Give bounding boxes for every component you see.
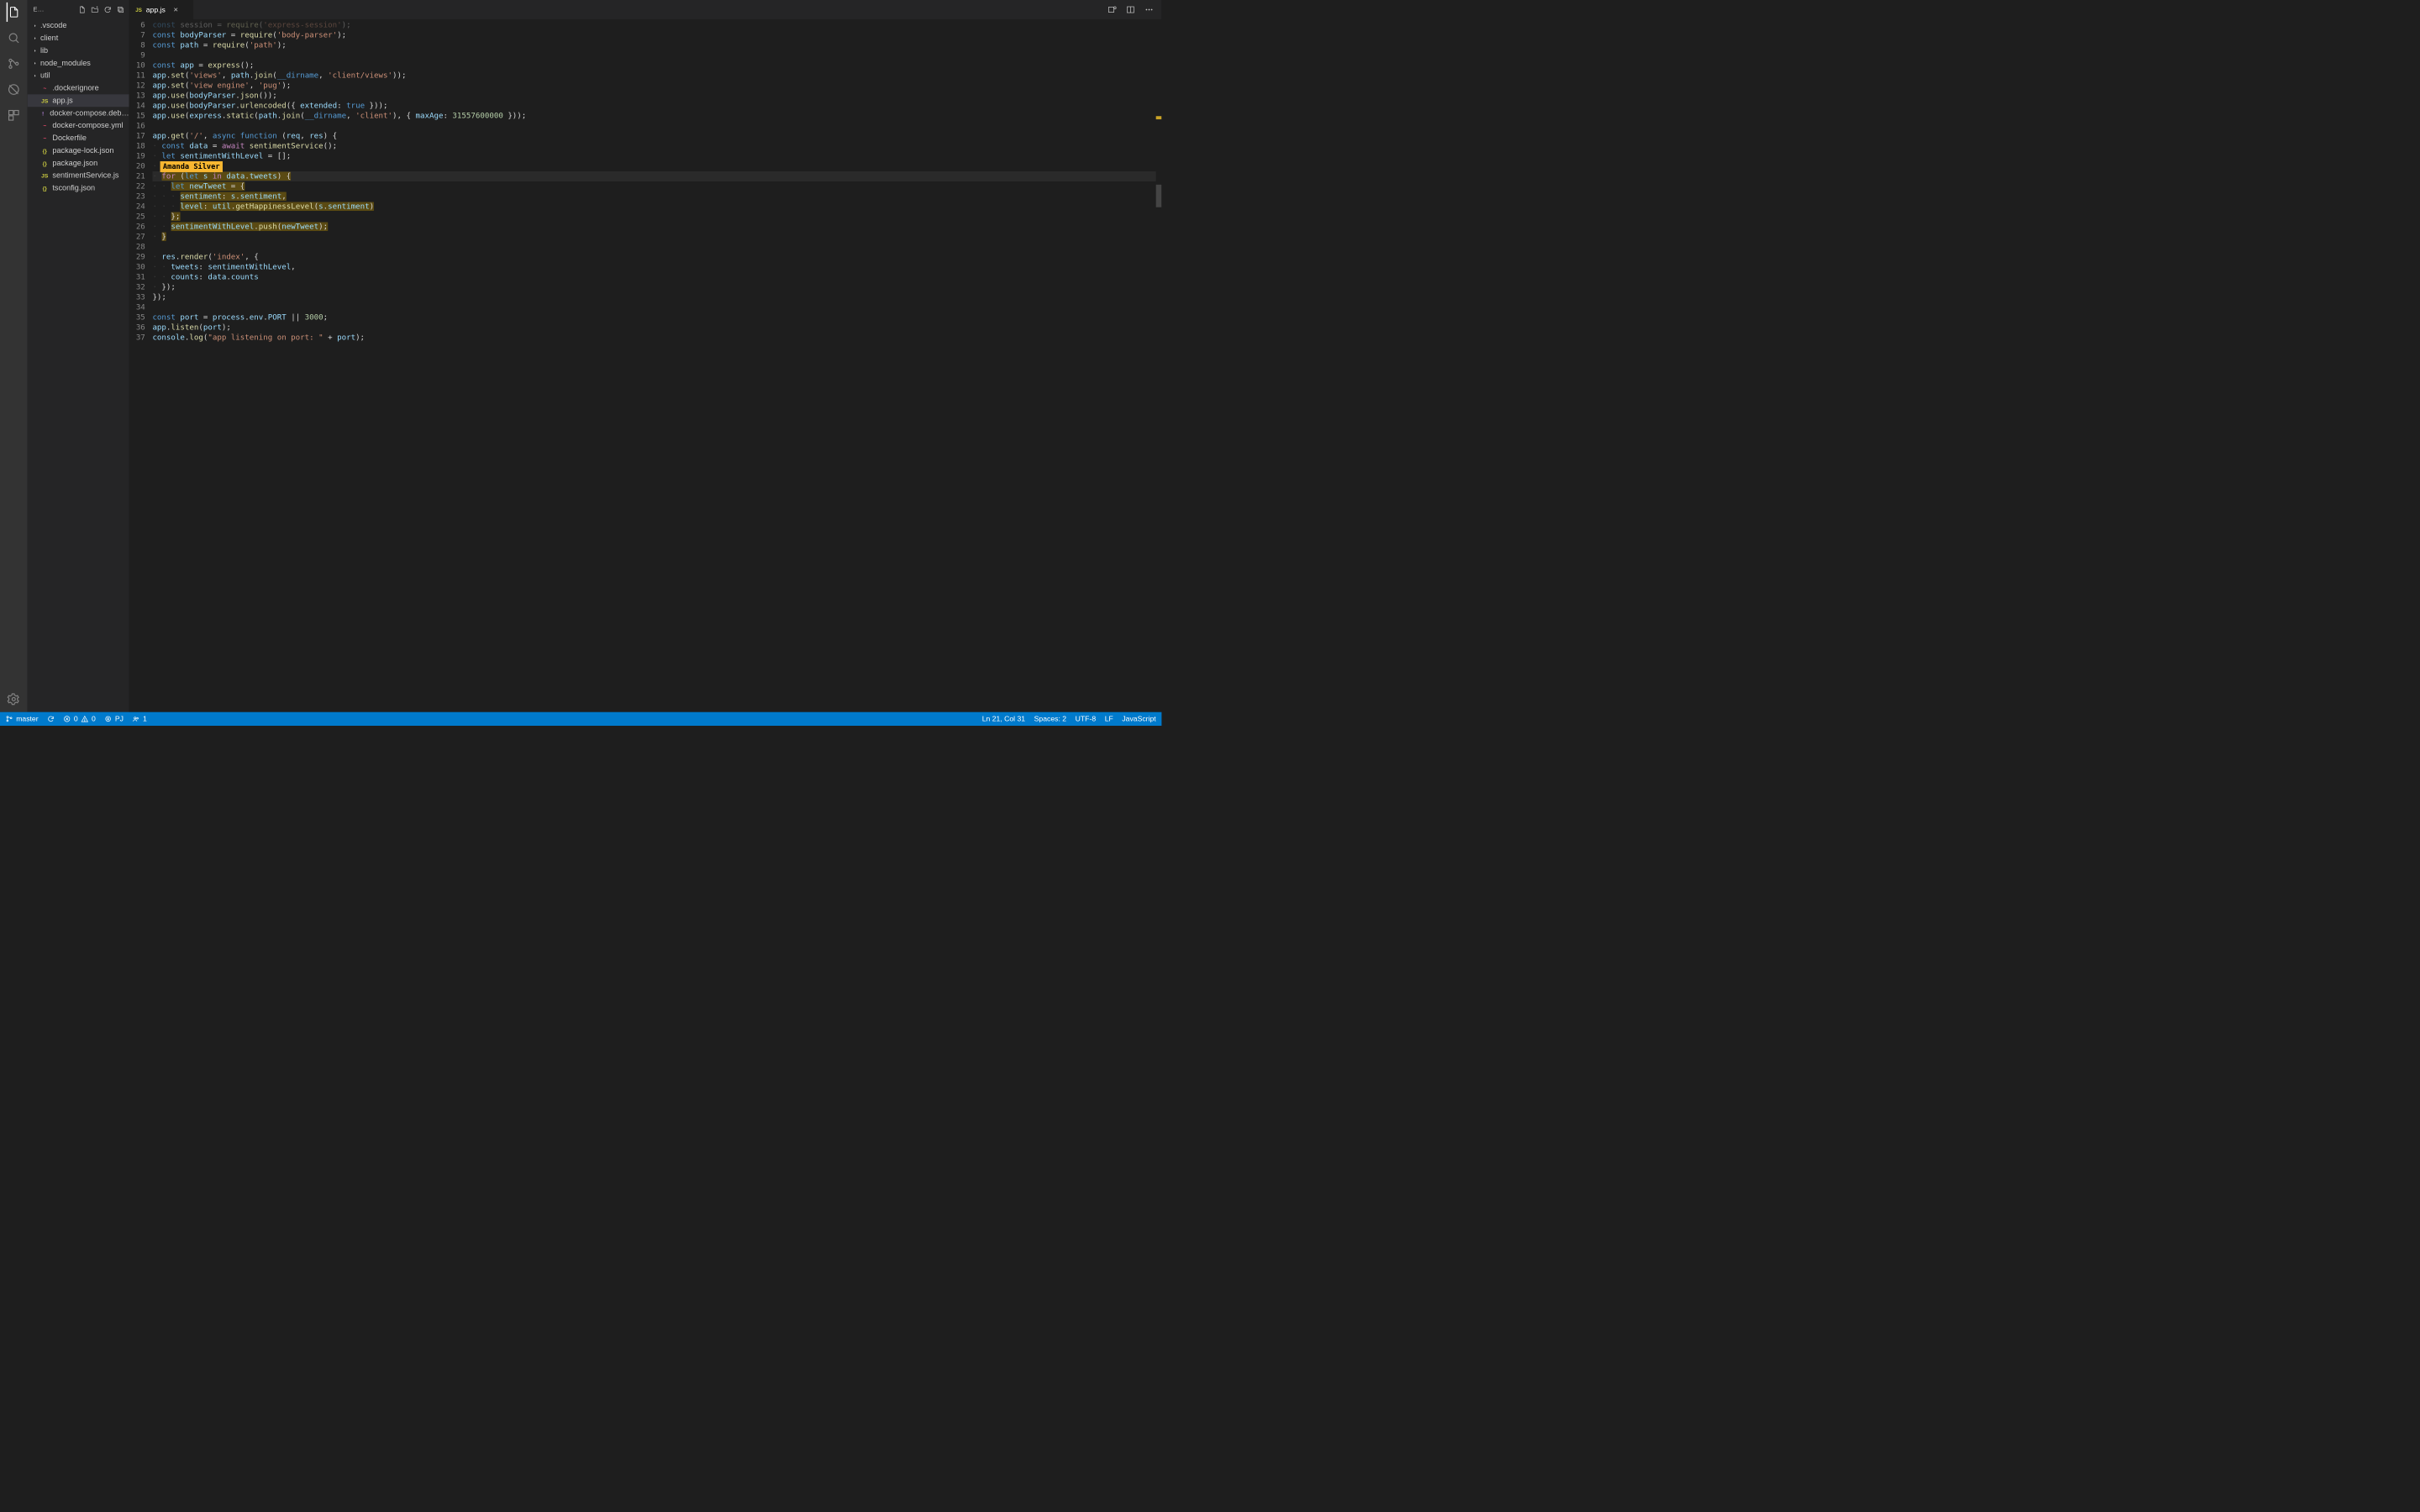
tab-label: app.js bbox=[146, 5, 166, 13]
liveshare-label: PJ bbox=[115, 715, 124, 723]
status-bar: master 0 0 PJ 1 Ln 21, Col 31 Spaces: 2 … bbox=[0, 712, 1161, 726]
status-language[interactable]: JavaScript bbox=[1122, 715, 1155, 723]
js-icon: JS bbox=[135, 7, 142, 13]
status-cursor-pos[interactable]: Ln 21, Col 31 bbox=[982, 715, 1025, 723]
status-eol[interactable]: LF bbox=[1105, 715, 1113, 723]
chevron-right-icon bbox=[32, 23, 38, 29]
folder-lib[interactable]: lib bbox=[28, 45, 129, 57]
compare-changes-icon[interactable] bbox=[1107, 4, 1117, 14]
status-encoding[interactable]: UTF-8 bbox=[1076, 715, 1096, 723]
file-docker-compose.yml[interactable]: ~docker-compose.yml bbox=[28, 119, 129, 132]
refresh-icon[interactable] bbox=[103, 4, 113, 14]
line-gutter: 6789101112131415161718192021222324252627… bbox=[129, 19, 153, 712]
folder-.vscode[interactable]: .vscode bbox=[28, 19, 129, 32]
sidebar: E… .vscodeclientlibnode_modulesutil~.doc… bbox=[28, 0, 129, 712]
activity-bar bbox=[0, 0, 28, 712]
sidebar-title: E… bbox=[33, 6, 74, 13]
tab-bar: JS app.js × bbox=[129, 0, 1162, 19]
folder-util[interactable]: util bbox=[28, 70, 129, 82]
code-editor[interactable]: 6789101112131415161718192021222324252627… bbox=[129, 19, 1162, 712]
code-area[interactable]: const session = require('express-session… bbox=[152, 19, 1161, 712]
tab-app-js[interactable]: JS app.js × bbox=[129, 0, 194, 19]
folder-client[interactable]: client bbox=[28, 32, 129, 45]
status-liveshare[interactable]: PJ bbox=[104, 715, 124, 723]
more-actions-icon[interactable] bbox=[1144, 4, 1154, 14]
sidebar-header: E… bbox=[28, 0, 129, 19]
collapse-all-icon[interactable] bbox=[115, 4, 125, 14]
status-branch[interactable]: master bbox=[6, 715, 39, 723]
file-sentimentService.js[interactable]: JSsentimentService.js bbox=[28, 170, 129, 182]
new-file-icon[interactable] bbox=[76, 4, 87, 14]
editor-group: JS app.js × 6789 bbox=[129, 0, 1162, 712]
folder-node_modules[interactable]: node_modules bbox=[28, 57, 129, 70]
debug-icon[interactable] bbox=[7, 82, 21, 97]
search-icon[interactable] bbox=[7, 30, 21, 45]
split-editor-icon[interactable] bbox=[1125, 4, 1135, 14]
chevron-right-icon bbox=[32, 35, 38, 41]
explorer-icon[interactable] bbox=[7, 5, 21, 19]
new-folder-icon[interactable] bbox=[90, 4, 100, 14]
file-tsconfig.json[interactable]: {}tsconfig.json bbox=[28, 181, 129, 194]
editor-actions bbox=[1099, 0, 1161, 19]
status-indent[interactable]: Spaces: 2 bbox=[1034, 715, 1066, 723]
branch-name: master bbox=[16, 715, 38, 723]
extensions-icon[interactable] bbox=[7, 108, 21, 123]
source-control-icon[interactable] bbox=[7, 56, 21, 71]
chevron-right-icon bbox=[32, 48, 38, 54]
liveshare-author-tag: Amanda Silver bbox=[160, 161, 223, 172]
file-Dockerfile[interactable]: ~Dockerfile bbox=[28, 132, 129, 144]
status-sync[interactable] bbox=[47, 716, 55, 723]
chevron-right-icon bbox=[32, 60, 38, 66]
warning-count: 0 bbox=[92, 715, 96, 723]
file-package.json[interactable]: {}package.json bbox=[28, 157, 129, 170]
error-count: 0 bbox=[74, 715, 78, 723]
file-.dockerignore[interactable]: ~.dockerignore bbox=[28, 81, 129, 94]
status-participants[interactable]: 1 bbox=[132, 715, 146, 723]
close-tab-icon[interactable]: × bbox=[173, 5, 178, 14]
status-problems[interactable]: 0 0 bbox=[63, 715, 95, 723]
file-docker-compose.deb…[interactable]: !docker-compose.deb… bbox=[28, 107, 129, 119]
settings-gear-icon[interactable] bbox=[7, 692, 21, 706]
participant-count: 1 bbox=[143, 715, 147, 723]
file-tree[interactable]: .vscodeclientlibnode_modulesutil~.docker… bbox=[28, 19, 129, 712]
file-package-lock.json[interactable]: {}package-lock.json bbox=[28, 144, 129, 157]
file-app.js[interactable]: JSapp.js bbox=[28, 94, 129, 107]
chevron-right-icon bbox=[32, 73, 38, 79]
overview-ruler[interactable] bbox=[1156, 19, 1162, 712]
